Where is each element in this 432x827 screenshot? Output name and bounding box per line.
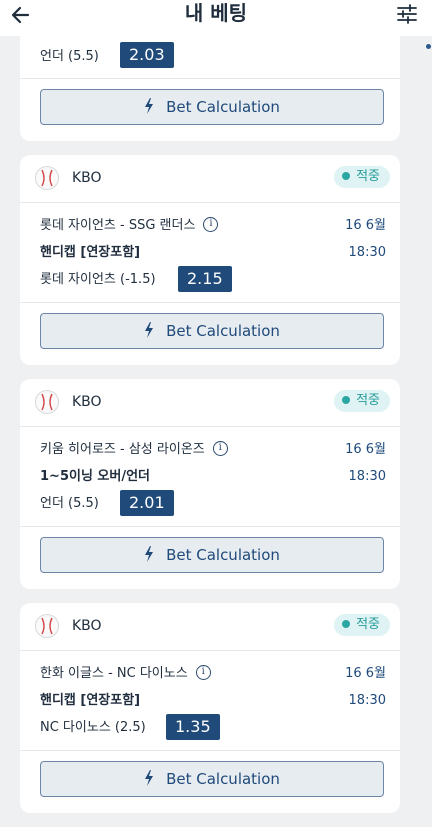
- bet-calculation-button[interactable]: Bet Calculation: [40, 761, 384, 797]
- match-date: 16 6월: [345, 442, 386, 457]
- bet-card-header: KBO 적중: [20, 379, 400, 427]
- match-title: 롯데 자이언츠 - SSG 랜더스 i: [40, 217, 219, 235]
- baseball-icon: [35, 166, 59, 190]
- baseball-icon: [35, 390, 59, 414]
- status-label: 적중: [356, 393, 380, 408]
- baseball-icon: [35, 614, 59, 638]
- bet-card-footer: Bet Calculation: [20, 303, 400, 365]
- bet-selection: 언더 (5.5): [40, 49, 99, 64]
- bet-card-body: 한화 이글스 - NC 다이노스 i 16 6월 핸디캡 [연장포함] 18:30…: [20, 651, 400, 751]
- bet-list: 언더 (5.5) 2.03 Bet Calculation KBO 적중 롯데 …: [20, 36, 400, 827]
- match-time: 18:30: [348, 245, 386, 260]
- bet-market: 핸디캡 [연장포함]: [40, 693, 141, 708]
- status-dot: [342, 395, 351, 404]
- info-icon[interactable]: i: [203, 217, 219, 232]
- status-dot: [342, 171, 351, 180]
- match-time: 18:30: [348, 469, 386, 484]
- bet-selection: 롯데 자이언츠 (-1.5): [40, 272, 156, 287]
- bet-card-header: KBO 적중: [20, 155, 400, 203]
- filter-sliders-icon[interactable]: [396, 3, 418, 25]
- match-date: 16 6월: [345, 666, 386, 681]
- odds-badge: 2.15: [178, 266, 232, 292]
- bet-card-body: 언더 (5.5) 2.03: [20, 36, 400, 79]
- bet-card: 언더 (5.5) 2.03 Bet Calculation: [20, 36, 400, 141]
- league-name: KBO: [72, 170, 102, 186]
- match-date: 16 6월: [345, 218, 386, 233]
- bet-calculation-button[interactable]: Bet Calculation: [40, 537, 384, 573]
- bet-card: KBO 적중 롯데 자이언츠 - SSG 랜더스 i 16 6월 핸디캡 [연장포…: [20, 155, 400, 365]
- league-name: KBO: [72, 618, 102, 634]
- bet-card-body: 롯데 자이언츠 - SSG 랜더스 i 16 6월 핸디캡 [연장포함] 18:3…: [20, 203, 400, 303]
- bet-calculation-label: Bet Calculation: [166, 98, 280, 116]
- status-label: 적중: [356, 169, 380, 184]
- bet-calculation-label: Bet Calculation: [166, 770, 280, 788]
- lightning-icon: [145, 97, 154, 114]
- match-teams: 키움 히어로즈 - 삼성 라이온즈: [40, 442, 205, 457]
- match-time: 18:30: [348, 693, 386, 708]
- match-teams: 롯데 자이언츠 - SSG 랜더스: [40, 218, 196, 233]
- bet-market: 1~5이닝 오버/언더: [40, 469, 151, 484]
- status-badge: 적중: [334, 166, 390, 188]
- lightning-icon: [145, 321, 154, 338]
- bet-calculation-label: Bet Calculation: [166, 322, 280, 340]
- match-title: 키움 히어로즈 - 삼성 라이온즈 i: [40, 441, 228, 459]
- bet-calculation-label: Bet Calculation: [166, 546, 280, 564]
- page-title: 내 베팅: [184, 1, 248, 25]
- bet-selection: NC 다이노스 (2.5): [40, 720, 146, 735]
- bet-card-body: 키움 히어로즈 - 삼성 라이온즈 i 16 6월 1~5이닝 오버/언더 18:…: [20, 427, 400, 527]
- scroll-indicator: [426, 44, 431, 49]
- bet-card-footer: Bet Calculation: [20, 79, 400, 141]
- odds-badge: 2.01: [120, 490, 174, 516]
- odds-badge: 1.35: [166, 714, 220, 740]
- status-label: 적중: [356, 617, 380, 632]
- bet-card-footer: Bet Calculation: [20, 751, 400, 813]
- bet-card-header: KBO 적중: [20, 603, 400, 651]
- bet-card: KBO 적중 키움 히어로즈 - 삼성 라이온즈 i 16 6월 1~5이닝 오버…: [20, 379, 400, 589]
- odds-badge: 2.03: [120, 42, 174, 68]
- bet-selection: 언더 (5.5): [40, 496, 99, 511]
- status-badge: 적중: [334, 614, 390, 636]
- info-icon[interactable]: i: [212, 441, 228, 456]
- bet-calculation-button[interactable]: Bet Calculation: [40, 89, 384, 125]
- league-name: KBO: [72, 394, 102, 410]
- lightning-icon: [145, 769, 154, 786]
- bet-market: 핸디캡 [연장포함]: [40, 245, 141, 260]
- match-teams: 한화 이글스 - NC 다이노스: [40, 666, 188, 681]
- bet-calculation-button[interactable]: Bet Calculation: [40, 313, 384, 349]
- top-bar: 내 베팅: [0, 0, 432, 36]
- lightning-icon: [145, 545, 154, 562]
- match-title: 한화 이글스 - NC 다이노스 i: [40, 665, 211, 683]
- bet-card: KBO 적중 한화 이글스 - NC 다이노스 i 16 6월 핸디캡 [연장포함…: [20, 603, 400, 813]
- info-icon[interactable]: i: [195, 665, 211, 680]
- status-dot: [342, 619, 351, 628]
- bet-card-footer: Bet Calculation: [20, 527, 400, 589]
- status-badge: 적중: [334, 390, 390, 412]
